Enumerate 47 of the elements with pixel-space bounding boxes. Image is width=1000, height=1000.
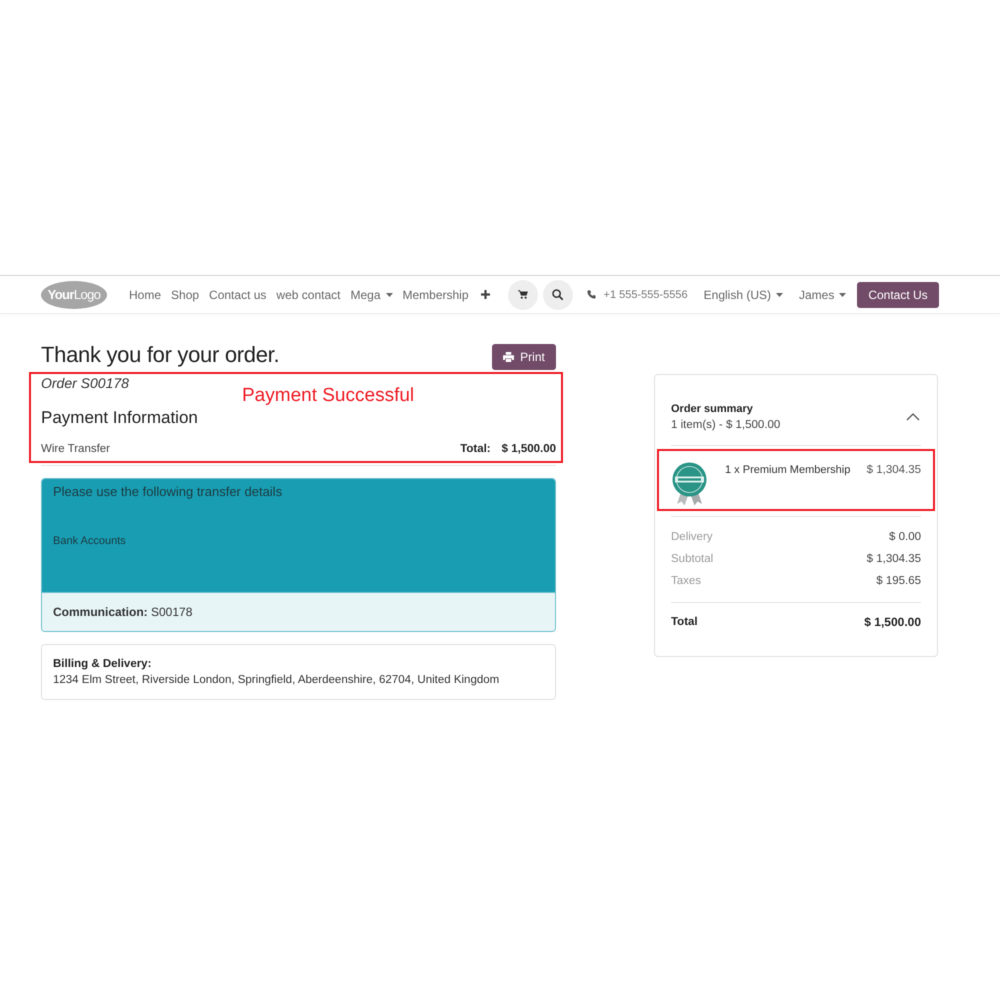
order-number: Order S00178 — [41, 374, 130, 392]
amount-value: $ 195.65 — [876, 574, 921, 589]
nav-link[interactable]: Home — [129, 286, 162, 302]
line-description: 1 x Premium Membership — [725, 463, 852, 478]
total-amount: $ 1,500.00 — [502, 442, 556, 457]
transfer-heading: Please use the following transfer details — [53, 484, 284, 500]
amount-label: Delivery — [671, 530, 713, 545]
nav-link[interactable]: web contact — [276, 286, 340, 302]
amount-label: Taxes — [671, 574, 702, 589]
billing-label: Billing & Delivery: — [53, 657, 152, 672]
contact-us-button[interactable]: Contact Us — [857, 282, 939, 308]
summary-subtitle: 1 item(s) - $ 1,500.00 — [671, 418, 780, 433]
bank-accounts-label: Bank Accounts — [53, 534, 127, 548]
phone-link[interactable]: +1 555-555-5556 — [586, 288, 688, 302]
nav-link[interactable]: Contact us — [209, 286, 266, 302]
payment-method: Wire Transfer — [41, 442, 110, 457]
amount-value: $ 0.00 — [889, 530, 921, 545]
caret-icon — [776, 292, 783, 296]
amount-value: $ 1,304.35 — [866, 552, 921, 567]
user-dropdown[interactable]: James — [799, 286, 846, 302]
billing-address: 1234 Elm Street, Riverside London, Springfield, Aberdeenshire, 62704, United Kingdom — [53, 673, 500, 688]
cart-button[interactable] — [508, 280, 538, 310]
nav-link[interactable]: Membership — [402, 286, 469, 302]
annotation-label: Payment Successful — [242, 385, 414, 407]
search-icon — [552, 289, 564, 300]
communication-text: Communication: S00178 — [53, 605, 192, 619]
print-button[interactable]: Print — [492, 344, 556, 370]
chevron-up-icon[interactable] — [906, 413, 920, 421]
grand-total-amount: $ 1,500.00 — [864, 614, 921, 631]
line-price: $ 1,304.35 — [866, 463, 921, 478]
summary-title: Order summary — [671, 402, 754, 417]
total-label: Total: — [460, 442, 491, 457]
search-button[interactable] — [542, 280, 573, 310]
amount-label: Subtotal — [671, 552, 714, 567]
phone-icon — [586, 290, 596, 299]
language-dropdown[interactable]: English (US) — [704, 286, 783, 302]
nav-dropdown[interactable]: Mega — [350, 286, 392, 302]
printer-icon — [503, 352, 514, 362]
payment-heading: Payment Information — [41, 407, 199, 429]
cart-icon — [518, 290, 528, 299]
grand-total-label: Total — [671, 615, 698, 630]
plus-icon[interactable] — [480, 290, 490, 299]
nav-link[interactable]: Shop — [171, 286, 200, 302]
caret-icon — [386, 292, 392, 296]
caret-icon — [839, 292, 846, 296]
rosette-badge-icon — [671, 462, 708, 506]
page-title: Thank you for your order. — [41, 341, 280, 369]
